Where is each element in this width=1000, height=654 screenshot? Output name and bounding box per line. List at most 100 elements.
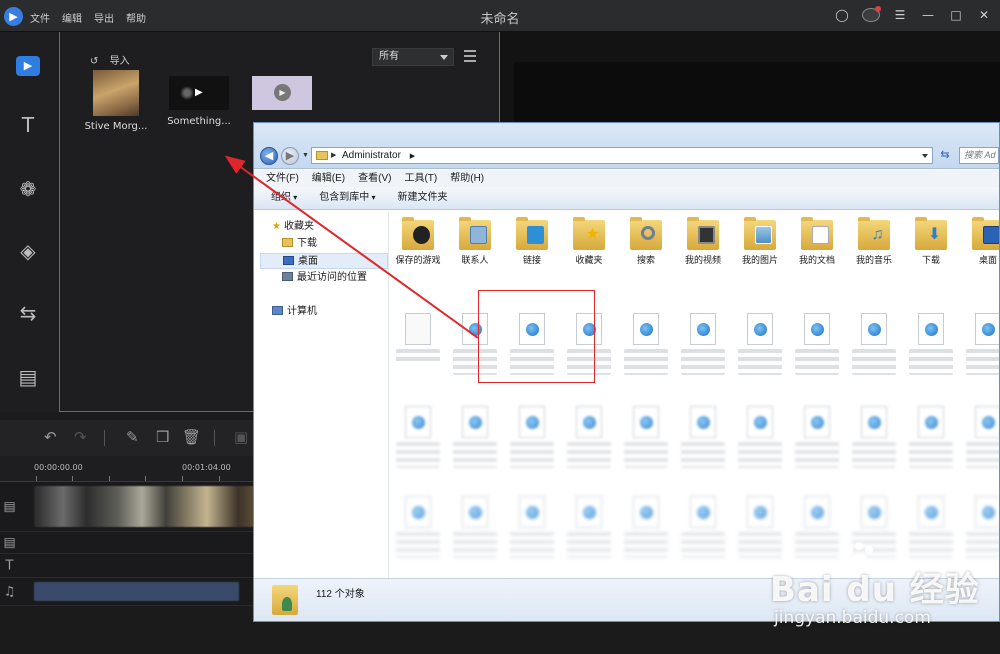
- address-dropdown-icon[interactable]: [922, 154, 928, 158]
- file-item[interactable]: [846, 406, 902, 468]
- recent-pages-dropdown-icon[interactable]: ▼: [302, 152, 309, 159]
- app-logo-icon[interactable]: ▶: [4, 7, 23, 26]
- file-item[interactable]: [390, 406, 446, 468]
- user-icon[interactable]: ◯: [834, 7, 850, 23]
- include-in-library-button[interactable]: 包含到库中: [319, 187, 375, 209]
- crop-icon[interactable]: ▣: [234, 428, 248, 446]
- file-item[interactable]: [390, 313, 446, 365]
- file-item[interactable]: [618, 313, 674, 375]
- audio-file-icon: [633, 406, 659, 438]
- split-icon[interactable]: ❒: [156, 428, 169, 446]
- menu-help[interactable]: 帮助(H): [450, 170, 484, 187]
- feedback-icon[interactable]: [862, 6, 881, 22]
- folder-item[interactable]: ♫ 我的音乐: [846, 217, 902, 266]
- menu-file[interactable]: 文件(F): [266, 170, 299, 187]
- menu-view[interactable]: 查看(V): [358, 170, 391, 187]
- file-item[interactable]: [732, 313, 788, 375]
- file-item[interactable]: [618, 406, 674, 468]
- menu-edit[interactable]: 编辑(E): [312, 170, 345, 187]
- file-item[interactable]: [789, 313, 845, 375]
- download-folder-icon: [282, 238, 293, 247]
- folder-item[interactable]: 联系人: [447, 217, 503, 266]
- new-folder-button[interactable]: 新建文件夹: [398, 187, 448, 209]
- file-item[interactable]: [561, 406, 617, 468]
- tree-recent[interactable]: 最近访问的位置: [282, 270, 367, 286]
- redo-icon[interactable]: ↷: [74, 428, 87, 446]
- organize-button[interactable]: 组织: [271, 187, 297, 209]
- file-item[interactable]: [732, 406, 788, 468]
- folder-item[interactable]: 我的图片: [732, 217, 788, 266]
- chevron-down-icon: [440, 55, 448, 60]
- menu-icon[interactable]: ☰: [892, 7, 908, 23]
- undo-icon[interactable]: ↶: [44, 428, 57, 446]
- refresh-icon[interactable]: ⇆: [937, 148, 953, 163]
- file-item[interactable]: [846, 313, 902, 375]
- import-button[interactable]: ↺ 导入: [90, 52, 130, 67]
- folder-item[interactable]: 我的视频: [675, 217, 731, 266]
- menu-edit[interactable]: 编辑: [62, 10, 82, 25]
- minimize-icon[interactable]: —: [920, 7, 936, 23]
- tree-computer[interactable]: 计算机: [272, 304, 317, 320]
- media-item[interactable]: ▶ Something...: [164, 70, 234, 127]
- audio-clip[interactable]: [34, 582, 239, 601]
- search-input[interactable]: 搜索 Ad: [959, 147, 999, 164]
- element-tab-icon[interactable]: ▤: [14, 364, 42, 390]
- file-item[interactable]: [789, 406, 845, 468]
- file-item[interactable]: [618, 496, 674, 558]
- filter-tab-icon[interactable]: ❁: [14, 176, 42, 202]
- tree-downloads[interactable]: 下载: [282, 236, 317, 252]
- file-item[interactable]: [504, 496, 560, 558]
- file-item[interactable]: [561, 496, 617, 558]
- file-item[interactable]: [561, 313, 617, 375]
- audio-file-icon: [918, 496, 944, 528]
- overlay-tab-icon[interactable]: ◈: [14, 238, 42, 264]
- menu-export[interactable]: 导出: [94, 10, 114, 25]
- music-icon: ♫: [3, 584, 16, 599]
- blurred-file-name: [453, 532, 497, 558]
- file-item[interactable]: [675, 406, 731, 468]
- menu-tools[interactable]: 工具(T): [404, 170, 437, 187]
- address-segment[interactable]: Administrator: [342, 150, 401, 161]
- file-item[interactable]: [447, 313, 503, 375]
- media-tab-icon[interactable]: ▶: [16, 56, 40, 76]
- folder-label: 我的音乐: [855, 255, 892, 265]
- file-item[interactable]: [903, 406, 959, 468]
- transition-tab-icon[interactable]: ⇆: [14, 300, 42, 326]
- media-item[interactable]: ▶: [247, 70, 317, 116]
- media-item[interactable]: Stive Morg...: [81, 70, 151, 132]
- file-item[interactable]: [504, 313, 560, 375]
- folder-item[interactable]: 我的文档: [789, 217, 845, 266]
- blurred-file-name: [396, 442, 440, 468]
- menu-help[interactable]: 帮助: [126, 10, 146, 25]
- forward-button[interactable]: ▶: [281, 147, 299, 165]
- folder-item[interactable]: 保存的游戏: [390, 217, 446, 266]
- address-field[interactable]: ▶ Administrator ▶: [311, 147, 933, 164]
- file-item[interactable]: [447, 406, 503, 468]
- folder-item[interactable]: ★ 收藏夹: [561, 217, 617, 266]
- file-item[interactable]: [960, 313, 999, 375]
- video-clip[interactable]: [34, 486, 274, 527]
- tree-desktop[interactable]: 桌面: [260, 253, 388, 269]
- folder-item[interactable]: 链接: [504, 217, 560, 266]
- folder-item[interactable]: 桌面: [960, 217, 999, 266]
- close-icon[interactable]: ✕: [976, 7, 992, 23]
- list-view-icon[interactable]: [464, 50, 476, 62]
- file-item[interactable]: [675, 496, 731, 558]
- file-item[interactable]: [903, 313, 959, 375]
- file-item[interactable]: [390, 496, 446, 558]
- audio-file-icon: [633, 313, 659, 345]
- menu-file[interactable]: 文件: [30, 10, 50, 25]
- media-filter-select[interactable]: 所有: [372, 48, 454, 66]
- folder-item[interactable]: 搜索: [618, 217, 674, 266]
- back-button[interactable]: ◀: [260, 147, 278, 165]
- file-item[interactable]: [960, 406, 999, 468]
- file-item[interactable]: [447, 496, 503, 558]
- file-item[interactable]: [504, 406, 560, 468]
- maximize-icon[interactable]: □: [948, 7, 964, 23]
- folder-item[interactable]: ⬇ 下载: [903, 217, 959, 266]
- edit-icon[interactable]: ✎: [126, 428, 139, 446]
- tree-favorites[interactable]: ★ 收藏夹: [272, 219, 314, 235]
- file-item[interactable]: [675, 313, 731, 375]
- text-tab-icon[interactable]: T: [14, 112, 42, 138]
- delete-icon[interactable]: 🗑: [182, 428, 201, 446]
